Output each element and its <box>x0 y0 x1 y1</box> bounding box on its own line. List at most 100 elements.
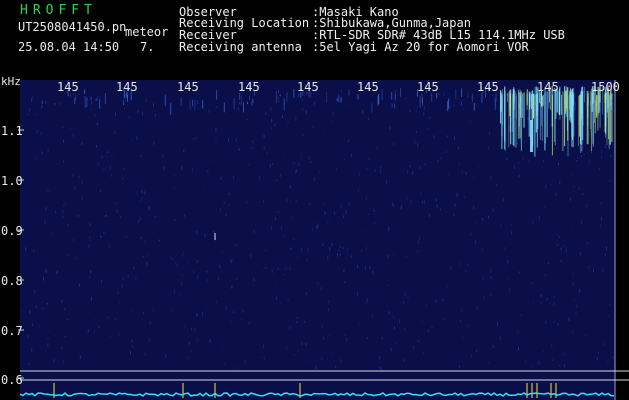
noise-speck <box>38 325 40 328</box>
noise-speck <box>243 102 244 113</box>
noise-speck <box>278 99 280 103</box>
noise-speck <box>276 228 278 231</box>
noise-speck <box>577 156 579 160</box>
x-tick-label: 145 <box>297 80 319 94</box>
echo-streak <box>571 90 573 138</box>
noise-speck <box>538 216 540 220</box>
noise-speck <box>387 284 389 286</box>
echo-streak <box>569 92 571 117</box>
noise-speck <box>345 210 347 214</box>
noise-speck <box>248 164 250 166</box>
noise-speck <box>358 172 360 176</box>
noise-speck <box>581 221 583 224</box>
noise-speck <box>304 321 305 323</box>
noise-speck <box>281 106 283 109</box>
noise-speck <box>329 335 331 337</box>
noise-speck <box>194 99 196 111</box>
noise-speck <box>311 228 313 232</box>
noise-speck <box>429 116 431 120</box>
noise-speck <box>366 167 368 170</box>
noise-speck <box>81 181 83 184</box>
noise-speck <box>146 264 148 266</box>
noise-speck <box>416 105 418 109</box>
echo-streak <box>520 91 522 151</box>
noise-speck <box>348 89 350 96</box>
spectrogram-display <box>18 80 629 400</box>
echo-streak <box>558 91 559 115</box>
noise-speck <box>465 171 467 175</box>
noise-speck <box>27 334 29 339</box>
noise-speck <box>380 166 382 170</box>
noise-speck <box>365 302 367 304</box>
noise-speck <box>100 236 102 238</box>
noise-speck <box>105 167 107 169</box>
noise-speck <box>61 300 63 303</box>
noise-speck <box>369 266 371 269</box>
echo-streak <box>501 93 503 137</box>
noise-speck <box>104 93 106 105</box>
noise-speck <box>605 246 607 251</box>
noise-speck <box>276 282 278 285</box>
noise-speck <box>339 246 341 249</box>
noise-speck <box>461 88 463 97</box>
noise-speck <box>572 273 574 276</box>
noise-speck <box>314 102 315 106</box>
noise-speck <box>94 318 96 320</box>
echo-streak <box>560 94 562 115</box>
noise-speck <box>170 103 172 115</box>
noise-speck <box>324 203 326 205</box>
noise-speck <box>447 285 449 288</box>
event-count: 7. <box>140 40 155 54</box>
noise-speck <box>230 259 232 263</box>
noise-speck <box>481 248 483 251</box>
noise-speck <box>107 151 109 153</box>
noise-speck <box>84 89 86 94</box>
noise-speck <box>144 191 146 195</box>
noise-speck <box>394 103 396 109</box>
echo-streak <box>529 92 531 107</box>
noise-speck <box>448 98 450 109</box>
noise-speck <box>263 344 264 348</box>
noise-speck <box>545 184 547 189</box>
noise-speck <box>320 357 322 359</box>
noise-speck <box>504 267 506 269</box>
noise-speck <box>531 365 533 368</box>
noise-speck <box>303 343 305 345</box>
noise-speck <box>556 234 558 236</box>
noise-speck <box>417 143 419 148</box>
noise-speck <box>532 301 534 303</box>
noise-speck <box>275 216 276 220</box>
noise-speck <box>350 255 352 258</box>
noise-speck <box>400 205 402 210</box>
x-tick-label: 145 <box>537 80 559 94</box>
noise-speck <box>425 303 427 307</box>
spectrogram-background <box>20 80 615 400</box>
noise-speck <box>590 150 592 154</box>
noise-speck <box>69 93 71 97</box>
noise-speck <box>175 261 177 265</box>
noise-speck <box>543 159 545 162</box>
noise-speck <box>460 320 462 323</box>
noise-speck <box>122 277 124 281</box>
noise-speck <box>236 278 238 280</box>
noise-speck <box>518 174 520 178</box>
noise-speck <box>447 135 449 138</box>
noise-speck <box>509 223 511 225</box>
noise-speck <box>96 144 97 148</box>
noise-speck <box>144 240 146 244</box>
noise-speck <box>99 99 101 109</box>
noise-speck <box>475 240 477 244</box>
noise-speck <box>49 189 50 193</box>
echo-streak <box>534 86 536 106</box>
echo-streak <box>515 95 517 119</box>
noise-speck <box>279 94 281 97</box>
noise-speck <box>482 218 484 221</box>
noise-speck <box>413 345 414 349</box>
noise-speck <box>78 175 80 178</box>
noise-speck <box>610 155 612 158</box>
echo-streak <box>544 87 546 143</box>
mode-label: meteor <box>125 25 169 39</box>
noise-speck <box>56 271 58 275</box>
noise-speck <box>555 193 557 196</box>
noise-speck <box>250 254 252 258</box>
